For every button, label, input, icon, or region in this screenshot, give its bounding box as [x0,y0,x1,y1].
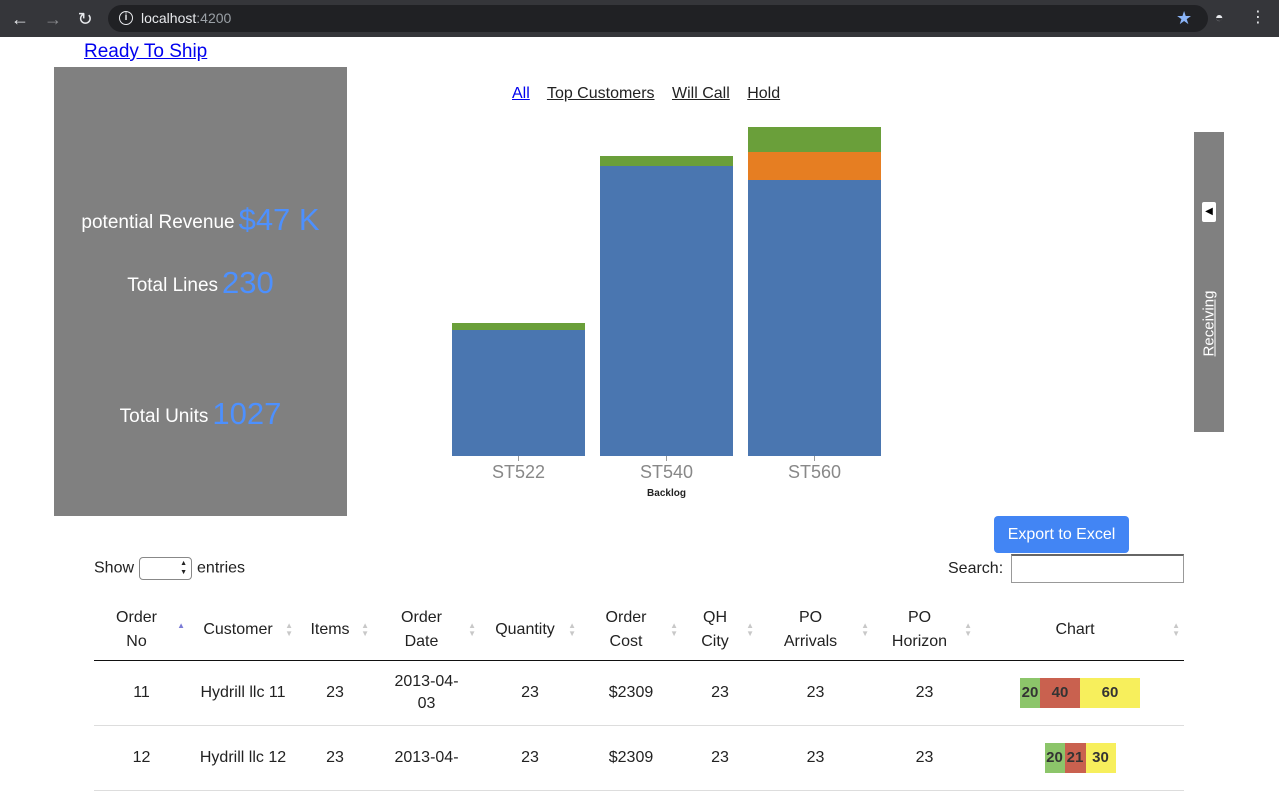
cell-po-horizon: 23 [873,660,976,726]
bookmark-star-icon[interactable]: ★ [1176,8,1192,28]
bar-st560-segment-0[interactable] [748,180,881,456]
column-header-label: Order Date [401,608,442,650]
column-header-label: Customer [203,620,273,638]
search-input[interactable] [1011,554,1184,583]
filter-hold[interactable]: Hold [747,85,780,102]
column-header-order-date[interactable]: Order Date ▲ ▼ [373,600,480,661]
column-header-quantity[interactable]: Quantity ▲ ▼ [480,600,580,661]
column-header-order-cost[interactable]: Order Cost ▲ ▼ [580,600,682,661]
entries-select[interactable] [139,557,193,580]
show-label: Show [94,559,135,577]
column-header-label: Chart [1055,620,1095,638]
stat-revenue-label: potential Revenue [81,212,235,233]
bar-st540-segment-0[interactable] [600,166,733,456]
cell-chart: 20 40 60 [976,660,1184,726]
stat-units: Total Units 1027 [54,396,347,432]
sort-icon[interactable]: ▲ ▼ [568,621,576,638]
stat-lines-label: Total Lines [127,275,219,296]
sort-icon[interactable]: ▲ ▼ [285,621,293,638]
collapse-arrow-icon[interactable]: ◀ [1202,202,1216,222]
receiving-side-tab[interactable]: ◀ Receiving [1194,132,1224,432]
sort-icon[interactable]: ▲ ▼ [746,621,754,638]
reload-icon[interactable]: ↻ [74,8,96,30]
sort-icon[interactable]: ▲ ▼ [361,621,369,638]
x-tick-label: ST560 [788,462,841,482]
stat-revenue: potential Revenue $47 K [54,202,347,238]
column-header-label: QH City [701,608,729,650]
forward-arrow-icon[interactable]: → [42,8,64,30]
table-header-row: OrderNo▲▼Customer▲▼Items▲▼OrderDate▲▼Qua… [94,600,1184,661]
mini-bar-segment: 60 [1080,677,1140,708]
x-tick-label: ST540 [640,462,693,482]
cell-quantity: 23 [480,660,580,726]
backlog-bar-chart: ST522 ST540 ST560 Backlog [452,127,881,499]
cell-qh-city: 23 [682,660,758,726]
column-header-label: PO Arrivals [783,608,838,650]
stat-lines: Total Lines 230 [54,265,347,301]
column-header-items[interactable]: Items ▲ ▼ [297,600,373,661]
sort-icon[interactable]: ▲ ▼ [861,621,869,638]
address-url[interactable]: localhost:4200 [141,10,231,26]
cell-items: 23 [297,660,373,726]
info-icon[interactable]: i [119,11,133,25]
column-header-customer[interactable]: Customer ▲ ▼ [189,600,297,661]
column-header-po-horizon[interactable]: PO Horizon ▲ ▼ [873,600,976,661]
column-header-label: Order Cost [605,608,647,650]
export-to-excel-button[interactable]: Export to Excel [994,516,1129,553]
url-port: :4200 [196,10,232,26]
sort-icon[interactable]: ▲ ▼ [468,621,476,638]
url-host: localhost [141,10,197,26]
stat-lines-value: 230 [222,265,274,300]
stat-revenue-value: $47 K [238,202,320,237]
sort-ascending-icon[interactable]: ▲▼ [177,621,185,638]
column-header-order-no[interactable]: OrderNo ▲▼ [94,600,189,661]
column-header-qh-city[interactable]: QH City ▲ ▼ [682,600,758,661]
cell-customer: Hydrill llc 11 [189,660,297,726]
bar-st560-segment-1[interactable] [748,152,881,180]
column-header-label: Quantity [495,620,555,638]
bar-st560-segment-2[interactable] [748,127,881,152]
stat-units-label: Total Units [119,406,209,427]
kebab-menu-icon[interactable]: ⋮ [1250,7,1266,29]
table-row[interactable]: 11 Hydrill llc 11 23 2013-04- 03 23 $2309 23 23 2… [94,660,1184,726]
column-header-chart[interactable]: Chart ▲ ▼ [976,600,1184,661]
bar-st522-segment-0[interactable] [452,330,585,456]
browser-toolbar: ← → ↻ i localhost:4200 ★ ◓ ⋮ [0,0,1279,37]
mini-bar-segment: 40 [1040,677,1080,708]
sort-icon[interactable]: ▲ ▼ [1172,621,1180,638]
entries-label: entries [197,559,246,577]
mini-bar-segment: 20 [1020,677,1040,708]
incognito-icon[interactable]: ◓ [1215,9,1223,25]
sort-icon[interactable]: ▲ ▼ [964,621,972,638]
orders-table: OrderNo▲▼Customer▲▼Items▲▼OrderDate▲▼Qua… [94,600,1184,791]
show-entries-control: Show entries [94,557,245,580]
ready-to-ship-link[interactable]: Ready To Ship [84,41,207,63]
column-header-label: Items [310,620,350,638]
mini-stacked-bar: 20 40 60 [1020,677,1140,708]
cell-cost: $2309 [580,660,682,726]
x-axis-label: Backlog [647,488,686,499]
search-label: Search: [948,560,1004,577]
filter-will-call[interactable]: Will Call [672,85,730,102]
bar-st540-segment-2[interactable] [600,156,733,166]
address-bar[interactable] [108,5,1208,32]
column-header-po-arrivals[interactable]: PO Arrivals ▲ ▼ [758,600,873,661]
sort-icon[interactable]: ▲ ▼ [670,621,678,638]
column-header-label: PO Horizon [891,608,948,650]
stat-units-value: 1027 [212,396,282,431]
filter-links: All Top Customers Will Call Hold [512,85,793,103]
cell-order-no: 11 [94,660,189,726]
cell-po-arrivals: 23 [758,660,873,726]
receiving-label[interactable]: Receiving [1201,271,1218,377]
back-arrow-icon[interactable]: ← [9,8,31,30]
stats-panel: potential Revenue $47 K Total Lines 230 To… [54,67,347,516]
filter-all[interactable]: All [512,85,530,102]
bar-st522-segment-2[interactable] [452,323,585,330]
cell-date: 2013-04- 03 [373,660,480,726]
x-tick-label: ST522 [492,462,545,482]
column-header-label: Order No [116,608,157,650]
filter-top-customers[interactable]: Top Customers [547,85,655,102]
